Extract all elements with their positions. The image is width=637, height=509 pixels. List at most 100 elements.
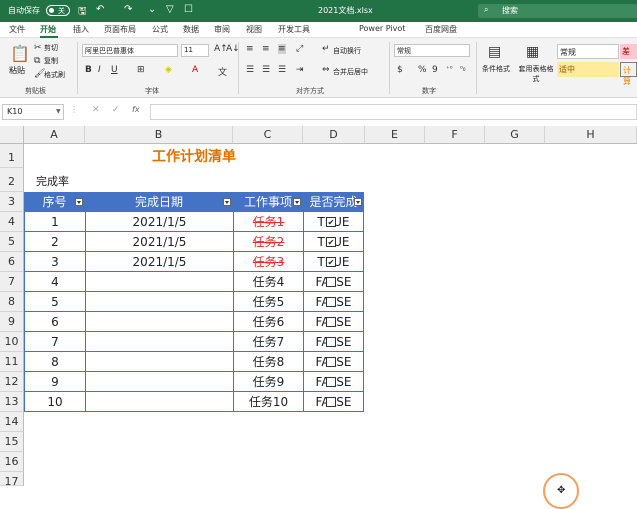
redo-icon[interactable]: ↷ bbox=[124, 4, 132, 15]
row-header[interactable]: 10 bbox=[0, 332, 24, 352]
tab-formulas[interactable]: 公式 bbox=[152, 24, 168, 35]
font-color-icon[interactable]: A bbox=[192, 65, 198, 75]
tab-power-pivot[interactable]: Power Pivot bbox=[359, 24, 405, 33]
completion-label[interactable]: 完成率 bbox=[36, 172, 69, 192]
cell-number[interactable]: 10 bbox=[25, 392, 86, 412]
cell-task[interactable]: 任务2 bbox=[234, 232, 304, 252]
completion-checkbox[interactable] bbox=[326, 317, 336, 327]
enter-icon[interactable]: ✓ bbox=[112, 105, 120, 115]
decrease-decimal-icon[interactable]: ⁰₀ bbox=[460, 65, 466, 73]
filter-icon[interactable]: ▽ bbox=[166, 4, 174, 15]
row-header[interactable]: 17 bbox=[0, 472, 24, 488]
completion-checkbox[interactable] bbox=[326, 357, 336, 367]
cell-task[interactable]: 任务3 bbox=[234, 252, 304, 272]
search-box[interactable]: ⌕ 搜索 bbox=[478, 4, 637, 18]
tab-file[interactable]: 文件 bbox=[9, 24, 25, 35]
row-header[interactable]: 6 bbox=[0, 252, 24, 272]
format-as-table-icon[interactable]: ▦ bbox=[526, 44, 539, 60]
cell-date[interactable] bbox=[86, 352, 234, 372]
cell-task[interactable]: 任务6 bbox=[234, 312, 304, 332]
column-header[interactable]: C bbox=[233, 126, 303, 144]
completion-checkbox[interactable] bbox=[326, 397, 336, 407]
row-header[interactable]: 2 bbox=[0, 168, 24, 192]
cut-button[interactable]: 剪切 bbox=[44, 43, 58, 53]
column-header[interactable]: A bbox=[24, 126, 85, 144]
tab-insert[interactable]: 插入 bbox=[73, 24, 89, 35]
completion-checkbox[interactable]: ✔ bbox=[326, 237, 336, 247]
tab-review[interactable]: 审阅 bbox=[214, 24, 230, 35]
cell-number[interactable]: 8 bbox=[25, 352, 86, 372]
cell-task[interactable]: 任务7 bbox=[234, 332, 304, 352]
name-box-dropdown-icon[interactable]: ▼ bbox=[56, 108, 61, 115]
column-header[interactable]: D bbox=[303, 126, 365, 144]
increase-decimal-icon[interactable]: ⁺⁰ bbox=[446, 65, 453, 73]
row-header[interactable]: 11 bbox=[0, 352, 24, 372]
format-painter-button[interactable]: 格式刷 bbox=[44, 70, 65, 80]
percent-icon[interactable]: % bbox=[418, 65, 427, 75]
copy-icon[interactable]: ⧉ bbox=[34, 56, 40, 66]
orientation-icon[interactable]: ⤢ bbox=[296, 44, 303, 54]
tab-data[interactable]: 数据 bbox=[183, 24, 199, 35]
conditional-format-button[interactable]: 条件格式 bbox=[482, 64, 510, 74]
cut-icon[interactable]: ✂ bbox=[34, 43, 42, 53]
currency-icon[interactable]: $ bbox=[397, 65, 403, 75]
bold-icon[interactable]: B bbox=[85, 65, 92, 75]
wrap-text-button[interactable]: 自动换行 bbox=[333, 46, 361, 56]
filter-dropdown-icon[interactable] bbox=[223, 198, 231, 206]
paste-button-label[interactable]: 粘贴 bbox=[9, 65, 25, 76]
cell-date[interactable]: 2021/1/5 bbox=[86, 212, 234, 232]
style-normal[interactable]: 常规 bbox=[557, 44, 619, 59]
cell-date[interactable] bbox=[86, 312, 234, 332]
tab-home[interactable]: 开始 bbox=[40, 24, 56, 35]
underline-icon[interactable]: U bbox=[111, 65, 118, 75]
style-calculation[interactable]: 计算 bbox=[620, 62, 637, 86]
cell-number[interactable]: 6 bbox=[25, 312, 86, 332]
align-middle-icon[interactable]: ≡ bbox=[262, 44, 270, 54]
select-all-corner[interactable] bbox=[0, 126, 24, 144]
column-header[interactable]: G bbox=[485, 126, 545, 144]
column-header[interactable]: B bbox=[85, 126, 233, 144]
row-header[interactable]: 4 bbox=[0, 212, 24, 232]
border-icon[interactable]: ⊞ bbox=[137, 65, 145, 75]
phonetic-icon[interactable]: 文 bbox=[218, 65, 227, 78]
cancel-icon[interactable]: ✕ bbox=[92, 105, 100, 115]
row-header[interactable]: 3 bbox=[0, 192, 24, 212]
cell-number[interactable]: 5 bbox=[25, 292, 86, 312]
cell-date[interactable]: 2021/1/5 bbox=[86, 232, 234, 252]
font-size-select[interactable]: 11 bbox=[181, 44, 209, 57]
style-bad[interactable]: 差 bbox=[620, 44, 637, 59]
filter-dropdown-icon[interactable] bbox=[75, 198, 83, 206]
header-task[interactable]: 工作事项 bbox=[233, 192, 303, 212]
row-header[interactable]: 15 bbox=[0, 432, 24, 452]
cell-task[interactable]: 任务1 bbox=[234, 212, 304, 232]
cell-number[interactable]: 3 bbox=[25, 252, 86, 272]
merge-center-icon[interactable]: ⇔ bbox=[322, 65, 330, 75]
format-as-table-button[interactable]: 套用表格格式 bbox=[516, 64, 556, 84]
row-header[interactable]: 5 bbox=[0, 232, 24, 252]
paste-icon[interactable]: 📋 bbox=[10, 44, 30, 63]
column-header[interactable]: E bbox=[365, 126, 425, 144]
column-header[interactable]: F bbox=[425, 126, 485, 144]
row-header[interactable]: 7 bbox=[0, 272, 24, 292]
formula-input[interactable] bbox=[150, 104, 637, 120]
row-header[interactable]: 1 bbox=[0, 144, 24, 168]
cell-number[interactable]: 1 bbox=[25, 212, 86, 232]
cell-number[interactable]: 4 bbox=[25, 272, 86, 292]
column-header[interactable]: H bbox=[545, 126, 637, 144]
copy-button[interactable]: 复制 bbox=[44, 56, 58, 66]
cell-number[interactable]: 2 bbox=[25, 232, 86, 252]
fill-color-icon[interactable]: ◈ bbox=[165, 65, 172, 75]
align-right-icon[interactable]: ☰ bbox=[278, 65, 286, 75]
cell-date[interactable] bbox=[86, 332, 234, 352]
cell-date[interactable] bbox=[86, 372, 234, 392]
row-header[interactable]: 8 bbox=[0, 292, 24, 312]
cell-number[interactable]: 7 bbox=[25, 332, 86, 352]
conditional-format-icon[interactable]: ▤ bbox=[488, 44, 501, 60]
row-header[interactable]: 14 bbox=[0, 412, 24, 432]
name-box[interactable]: K10 bbox=[2, 104, 64, 120]
cell-number[interactable]: 9 bbox=[25, 372, 86, 392]
autosave-toggle[interactable]: 关 bbox=[46, 5, 70, 16]
comma-icon[interactable]: 9 bbox=[432, 65, 438, 75]
header-date[interactable]: 完成日期 bbox=[85, 192, 233, 212]
worksheet-grid[interactable]: A B C D E F G H 1 2 3 4 5 6 7 8 9 10 11 … bbox=[0, 126, 637, 509]
